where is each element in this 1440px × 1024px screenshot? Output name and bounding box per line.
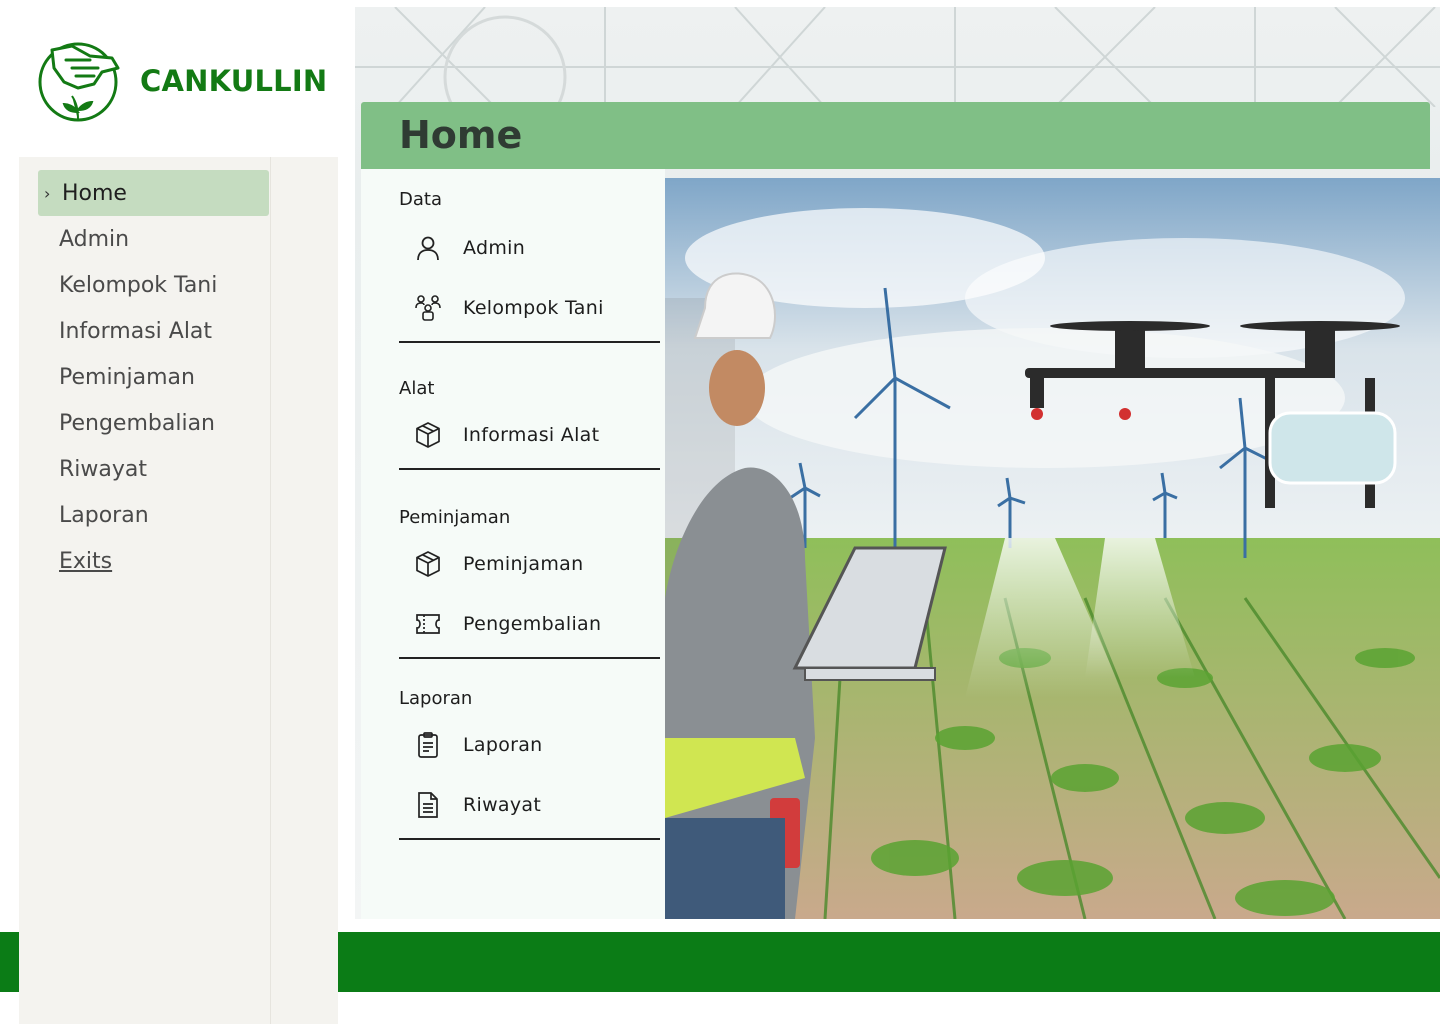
menu-item-pengembalian[interactable]: Pengembalian	[399, 594, 660, 654]
brand-logo: CANKULLIN	[32, 38, 327, 124]
hero-image-drone-farm	[665, 178, 1440, 919]
brand-name: CANKULLIN	[140, 64, 328, 98]
menu-item-admin[interactable]: Admin	[399, 218, 660, 278]
sidebar-item-label: Peminjaman	[59, 364, 195, 390]
menu-item-peminjaman[interactable]: Peminjaman	[399, 534, 660, 594]
menu-section-laporan: Laporan Laporan Riwayat	[399, 688, 660, 840]
hand-sprout-logo-icon	[38, 42, 120, 122]
section-title: Data	[399, 189, 442, 210]
menu-item-informasi-alat[interactable]: Informasi Alat	[399, 405, 660, 465]
sidebar-item-home[interactable]: › Home	[38, 170, 269, 216]
chevron-right-icon: ›	[44, 183, 51, 203]
section-divider	[399, 657, 660, 659]
group-icon	[411, 291, 445, 325]
menu-section-alat: Alat Informasi Alat	[399, 378, 660, 470]
ticket-icon	[411, 607, 445, 641]
sidebar-item-label: Admin	[59, 226, 130, 252]
menu-section-data: Data Admin Kelompok Tani	[399, 189, 660, 343]
menu-item-label: Kelompok Tani	[463, 297, 604, 319]
menu-item-laporan[interactable]: Laporan	[399, 715, 660, 775]
page-title: Home	[399, 113, 523, 157]
document-icon	[411, 788, 445, 822]
sidebar-item-label: Informasi Alat	[59, 318, 213, 344]
menu-item-kelompok-tani[interactable]: Kelompok Tani	[399, 278, 660, 338]
menu-item-label: Informasi Alat	[463, 424, 600, 446]
sidebar-item-label: Exits	[59, 548, 113, 574]
sidebar-item-label: Kelompok Tani	[59, 272, 218, 298]
clipboard-icon	[411, 728, 445, 762]
section-title: Alat	[399, 378, 435, 399]
sidebar-nav: › Home Admin Kelompok Tani Informasi Ala…	[38, 170, 269, 584]
menu-item-label: Admin	[463, 237, 526, 259]
sidebar-item-exits[interactable]: Exits	[38, 538, 269, 584]
section-divider	[399, 341, 660, 343]
menu-panel: Data Admin Kelompok Tani Alat Informasi …	[361, 169, 665, 919]
sidebar-item-pengembalian[interactable]: Pengembalian	[38, 400, 269, 446]
sidebar-item-peminjaman[interactable]: Peminjaman	[38, 354, 269, 400]
sidebar-item-kelompok-tani[interactable]: Kelompok Tani	[38, 262, 269, 308]
section-divider	[399, 468, 660, 470]
sidebar: › Home Admin Kelompok Tani Informasi Ala…	[19, 157, 338, 1024]
menu-section-peminjaman: Peminjaman Peminjaman Pengembalian	[399, 507, 660, 659]
user-icon	[411, 231, 445, 265]
page-header: Home	[361, 102, 1430, 169]
sidebar-divider	[270, 157, 271, 1024]
sidebar-item-admin[interactable]: Admin	[38, 216, 269, 262]
sidebar-item-riwayat[interactable]: Riwayat	[38, 446, 269, 492]
section-title: Laporan	[399, 688, 473, 709]
sidebar-footer-extension	[19, 932, 338, 1024]
sidebar-item-label: Pengembalian	[59, 410, 215, 436]
box-icon	[411, 547, 445, 581]
sidebar-item-label: Laporan	[59, 502, 149, 528]
menu-item-label: Pengembalian	[463, 613, 602, 635]
sidebar-item-laporan[interactable]: Laporan	[38, 492, 269, 538]
box-icon	[411, 418, 445, 452]
sidebar-item-label: Home	[62, 180, 127, 206]
menu-item-label: Peminjaman	[463, 553, 584, 575]
sidebar-divider	[270, 932, 271, 1024]
greenhouse-truss-graphic	[355, 7, 1440, 107]
menu-item-riwayat[interactable]: Riwayat	[399, 775, 660, 835]
section-divider	[399, 838, 660, 840]
menu-item-label: Laporan	[463, 734, 543, 756]
sidebar-item-label: Riwayat	[59, 456, 147, 482]
menu-item-label: Riwayat	[463, 794, 542, 816]
section-title: Peminjaman	[399, 507, 511, 528]
sidebar-item-informasi-alat[interactable]: Informasi Alat	[38, 308, 269, 354]
